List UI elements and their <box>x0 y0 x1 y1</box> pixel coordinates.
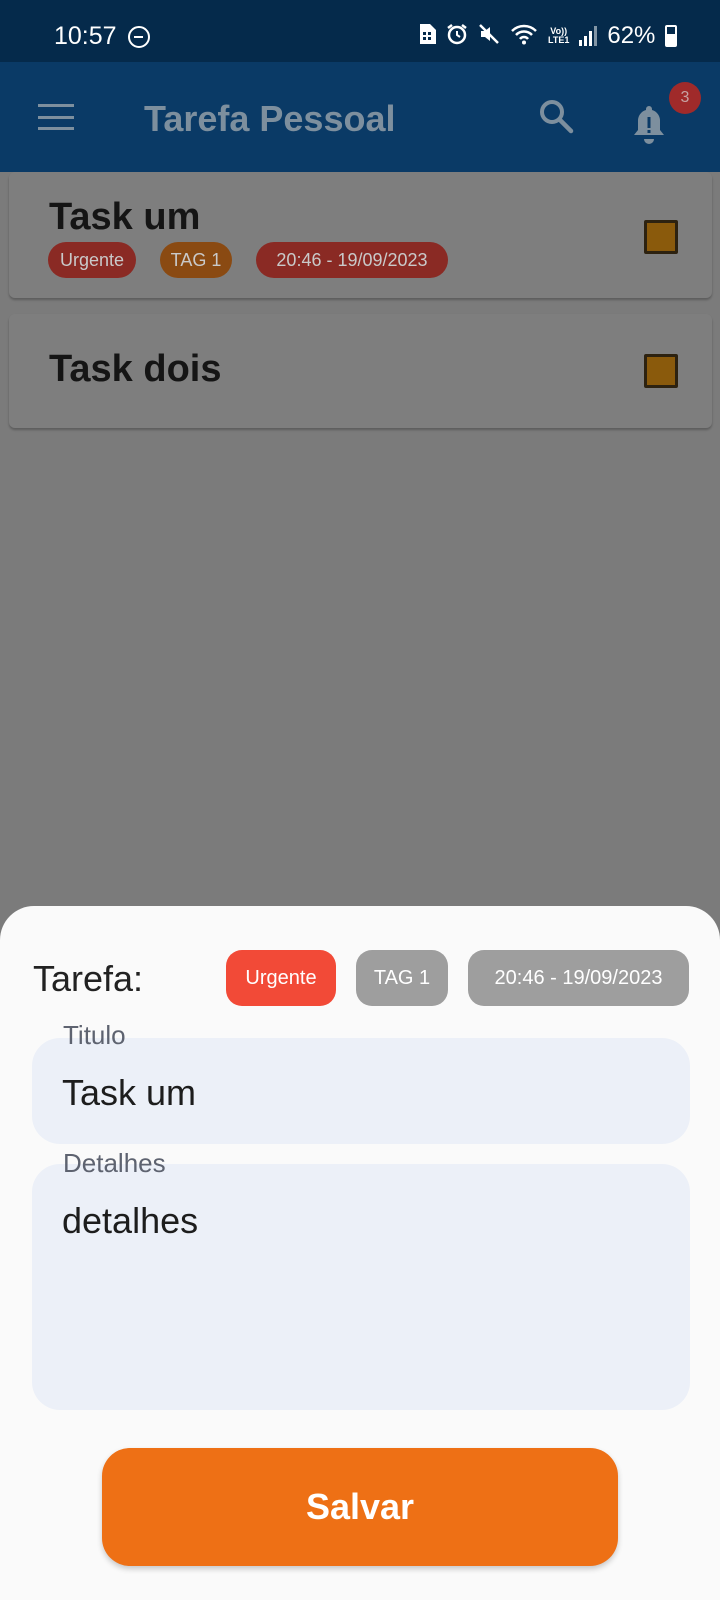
status-bar: 10:57 Vo)) LTE1 62% <box>0 0 720 62</box>
app-bar: Tarefa Pessoal <box>0 62 720 172</box>
sim-card-icon <box>418 24 436 48</box>
battery-percent: 62% <box>607 22 656 49</box>
titulo-field[interactable]: Task um <box>32 1038 690 1144</box>
network-type: Vo)) LTE1 <box>548 27 569 45</box>
save-button[interactable]: Salvar <box>102 1448 618 1566</box>
task-tag-date: 20:46 - 19/09/2023 <box>256 242 448 278</box>
notification-badge: 3 <box>669 82 701 114</box>
chip-urgent[interactable]: Urgente <box>226 950 336 1006</box>
task-tag: TAG 1 <box>160 242 232 278</box>
search-icon[interactable] <box>538 98 574 134</box>
sheet-label: Tarefa: <box>33 958 144 999</box>
bell-icon[interactable] <box>632 104 666 144</box>
task-title: Task um <box>49 196 201 238</box>
task-card[interactable]: Task um Urgente TAG 1 20:46 - 19/09/2023 <box>9 172 712 298</box>
titulo-value: Task um <box>62 1072 197 1113</box>
task-title: Task dois <box>49 348 222 390</box>
signal-icon <box>579 26 598 46</box>
detalhes-value: detalhes <box>62 1200 199 1241</box>
task-edit-sheet: Tarefa: Urgente TAG 1 20:46 - 19/09/2023… <box>0 906 720 1600</box>
app-title: Tarefa Pessoal <box>144 98 396 139</box>
network-label-bottom: LTE1 <box>548 35 570 45</box>
mute-icon <box>478 23 500 49</box>
detalhes-field[interactable]: detalhes <box>32 1164 690 1410</box>
task-checkbox[interactable] <box>644 354 678 388</box>
do-not-disturb-icon <box>128 26 150 48</box>
chip-tag[interactable]: TAG 1 <box>356 950 448 1006</box>
task-checkbox[interactable] <box>644 220 678 254</box>
alarm-icon <box>446 23 468 49</box>
battery-icon <box>665 25 678 47</box>
task-tag-urgent: Urgente <box>48 242 136 278</box>
task-card[interactable]: Task dois <box>9 314 712 428</box>
status-time: 10:57 <box>54 22 117 50</box>
status-icons: Vo)) LTE1 62% <box>418 22 678 50</box>
chip-date[interactable]: 20:46 - 19/09/2023 <box>468 950 689 1006</box>
titulo-label: Titulo <box>63 1020 126 1050</box>
wifi-icon <box>510 23 538 49</box>
menu-icon[interactable] <box>38 104 74 130</box>
detalhes-label: Detalhes <box>63 1148 166 1178</box>
